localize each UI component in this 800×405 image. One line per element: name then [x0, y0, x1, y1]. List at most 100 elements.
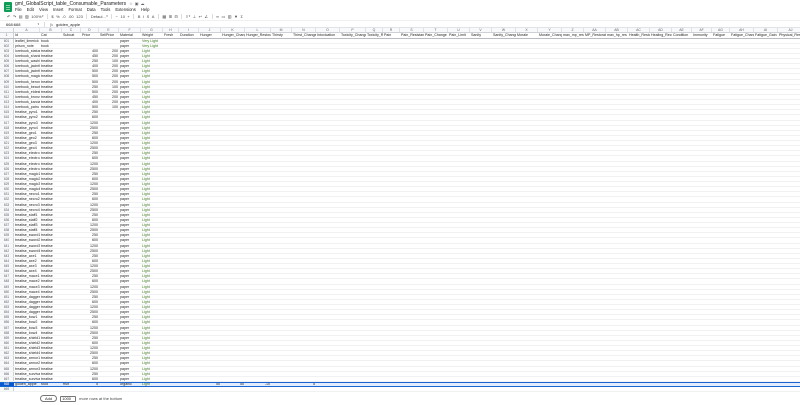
cell-D634[interactable]: 2500	[81, 208, 99, 212]
row-number-646[interactable]: 646	[0, 269, 14, 273]
cell-F610[interactable]: paper	[119, 85, 141, 89]
cell-B658[interactable]: treatise	[40, 331, 62, 335]
row-number-604[interactable]: 604	[0, 54, 14, 58]
zoom-select[interactable]: 100%▾	[31, 14, 43, 19]
cell-B652[interactable]: treatise	[40, 300, 62, 304]
cell-D610[interactable]: 250	[81, 85, 99, 89]
cell-F630[interactable]: paper	[119, 187, 141, 191]
cell-A625[interactable]: treatise_electro3	[14, 162, 40, 166]
cell-G645[interactable]: Light	[141, 264, 163, 268]
formula-input[interactable]: golden_apple	[56, 22, 80, 27]
column-header-D[interactable]: D	[81, 28, 99, 32]
cell-B617[interactable]: treatise	[40, 121, 62, 125]
cell-G618[interactable]: Light	[141, 126, 163, 130]
cell-M1[interactable]: Thirsty	[271, 33, 292, 38]
cell-A604[interactable]: lorebook_shanks	[14, 54, 40, 58]
cell-B639[interactable]: treatise	[40, 233, 62, 237]
cell-A662[interactable]: treatise_shield4	[14, 351, 40, 355]
cell-P1[interactable]: Toxicity_Change	[340, 33, 366, 38]
cell-B633[interactable]: treatise	[40, 203, 62, 207]
cell-A665[interactable]: treatise_armor3	[14, 367, 40, 371]
cell-F602[interactable]: paper	[119, 44, 141, 48]
cell-A649[interactable]: treatise_mace3	[14, 285, 40, 289]
column-header-L[interactable]: L	[245, 28, 271, 32]
cell-F647[interactable]: paper	[119, 274, 141, 278]
cell-G635[interactable]: Light	[141, 213, 163, 217]
cell-A1[interactable]: Id	[14, 33, 40, 38]
menu-format[interactable]: Format	[68, 7, 81, 12]
cell-D635[interactable]: 250	[81, 213, 99, 217]
cell-D640[interactable]: 600	[81, 238, 99, 242]
cell-F664[interactable]: paper	[119, 361, 141, 365]
row-number-664[interactable]: 664	[0, 361, 14, 365]
cell-AC1[interactable]: Health_Restorat	[628, 33, 650, 38]
row-number-614[interactable]: 614	[0, 105, 14, 109]
cell-L1[interactable]: Hunger_Restorat	[245, 33, 271, 38]
cell-C668[interactable]: fruit	[62, 383, 81, 386]
cell-F662[interactable]: paper	[119, 351, 141, 355]
cell-F654[interactable]: paper	[119, 310, 141, 314]
row-number-663[interactable]: 663	[0, 356, 14, 360]
cell-F641[interactable]: paper	[119, 244, 141, 248]
row-number-605[interactable]: 605	[0, 59, 14, 63]
column-header-A[interactable]: A	[14, 28, 40, 32]
menu-data[interactable]: Data	[87, 7, 96, 12]
cell-G612[interactable]: Light	[141, 95, 163, 99]
cell-F637[interactable]: paper	[119, 223, 141, 227]
cell-F1[interactable]: Material	[119, 33, 141, 38]
cell-A630[interactable]: treatise_magic4	[14, 187, 40, 191]
bold-icon[interactable]: B	[138, 14, 141, 19]
row-number-620[interactable]: 620	[0, 136, 14, 140]
cell-B615[interactable]: treatise	[40, 110, 62, 114]
cell-AF1[interactable]: Immunity	[692, 33, 712, 38]
cell-D616[interactable]: 600	[81, 115, 99, 119]
cell-G667[interactable]: Light	[141, 377, 163, 381]
row-number-603[interactable]: 603	[0, 49, 14, 53]
cell-D638[interactable]: 2500	[81, 228, 99, 232]
cell-G601[interactable]: Very Light	[141, 39, 163, 43]
cell-D624[interactable]: 600	[81, 156, 99, 160]
cell-B663[interactable]: treatise	[40, 356, 62, 360]
row-number-630[interactable]: 630	[0, 187, 14, 191]
column-header-R[interactable]: R	[383, 28, 400, 32]
cell-J668[interactable]: 50	[199, 383, 221, 386]
cell-G603[interactable]: Light	[141, 49, 163, 53]
cell-B645[interactable]: treatise	[40, 264, 62, 268]
cell-A637[interactable]: treatise_staff3	[14, 223, 40, 227]
cell-F621[interactable]: paper	[119, 141, 141, 145]
cell-D636[interactable]: 600	[81, 218, 99, 222]
menu-edit[interactable]: Edit	[27, 7, 34, 12]
row-number-655[interactable]: 655	[0, 315, 14, 319]
column-header-V[interactable]: V	[470, 28, 492, 32]
cell-G609[interactable]: Light	[141, 80, 163, 84]
row-number-623[interactable]: 623	[0, 151, 14, 155]
cell-G650[interactable]: Light	[141, 290, 163, 294]
cell-D668[interactable]: 5	[81, 383, 99, 386]
cell-AA1[interactable]: MP_Restoration	[584, 33, 606, 38]
cell-A607[interactable]: lorebook_jacinth2	[14, 69, 40, 73]
italic-icon[interactable]: I	[143, 14, 144, 19]
cell-A628[interactable]: treatise_magic2	[14, 177, 40, 181]
cell-B603[interactable]: treatise	[40, 49, 62, 53]
cell-F617[interactable]: paper	[119, 121, 141, 125]
cell-D656[interactable]: 600	[81, 320, 99, 324]
cell-A640[interactable]: treatise_sword2	[14, 238, 40, 242]
row-number-634[interactable]: 634	[0, 208, 14, 212]
row-number-654[interactable]: 654	[0, 310, 14, 314]
cell-F668[interactable]: organic	[119, 383, 141, 386]
name-box[interactable]: 668:668 ▾	[0, 22, 42, 27]
cell-F644[interactable]: paper	[119, 259, 141, 263]
select-all-corner[interactable]	[0, 28, 14, 32]
menu-file[interactable]: File	[15, 7, 22, 12]
cell-F603[interactable]: paper	[119, 49, 141, 53]
row-number-637[interactable]: 637	[0, 223, 14, 227]
cell-A643[interactable]: treatise_axe1	[14, 254, 40, 258]
cell-B627[interactable]: treatise	[40, 172, 62, 176]
row-number-662[interactable]: 662	[0, 351, 14, 355]
create-filter-icon[interactable]: ▼	[234, 14, 238, 19]
cell-D619[interactable]: 250	[81, 131, 99, 135]
row-number-666[interactable]: 666	[0, 372, 14, 376]
cell-G643[interactable]: Light	[141, 254, 163, 258]
cell-AE1[interactable]: Condition	[672, 33, 692, 38]
column-header-X[interactable]: X	[516, 28, 538, 32]
